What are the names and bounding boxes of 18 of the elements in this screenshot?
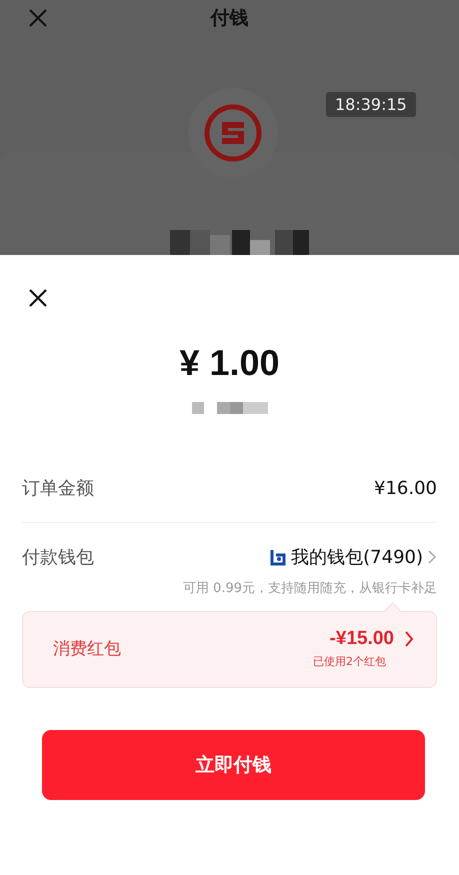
- close-icon[interactable]: [28, 288, 48, 308]
- pay-button[interactable]: 立即付钱: [42, 730, 425, 800]
- coupon-label: 消费红包: [53, 638, 121, 660]
- timestamp-badge: 18:39:15: [326, 92, 416, 117]
- wallet-note: 可用 0.99元，支持随用随充，从银行卡补足: [182, 580, 437, 597]
- page-title: 付钱: [210, 6, 248, 31]
- chevron-icon[interactable]: [427, 549, 437, 565]
- row-label: 订单金额: [22, 477, 94, 500]
- payment-amount: ¥ 1.00: [178, 342, 281, 384]
- row-label: 付款钱包: [22, 546, 94, 569]
- chevron-icon[interactable]: [404, 630, 414, 648]
- wallet-logo-icon: [269, 548, 288, 566]
- coupon-value: -¥15.00: [330, 628, 394, 650]
- coupon-card[interactable]: 消费红包 -¥15.00 已使用2个红包: [22, 611, 437, 688]
- row-value[interactable]: 我的钱包(7490): [291, 545, 423, 569]
- coupon-note: 已使用2个红包: [313, 654, 386, 669]
- row-value: ¥16.00: [374, 478, 437, 498]
- bank-logo-icon: [204, 104, 262, 162]
